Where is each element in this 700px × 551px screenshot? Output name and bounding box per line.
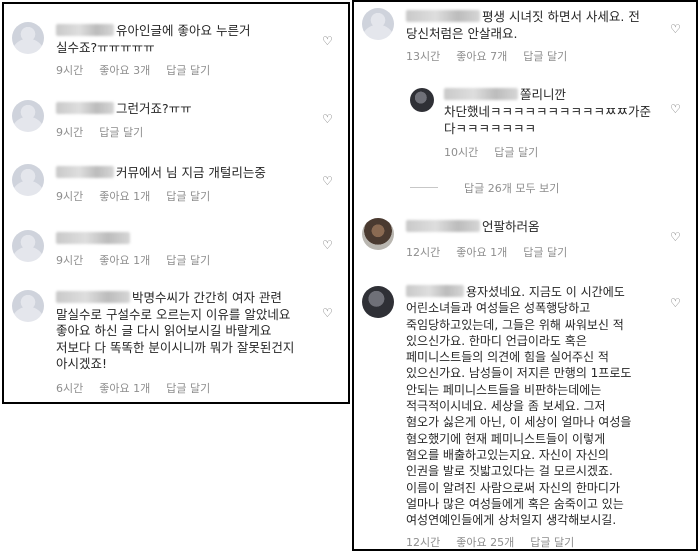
comment-item: 박명수씨가 간간히 여자 관련 말실수로 구설수로 오르는지 이유를 알았네요 좋아… — [4, 282, 348, 402]
username-blurred[interactable] — [406, 285, 464, 297]
heart-outline-icon[interactable]: ♡ — [322, 306, 333, 320]
username-blurred[interactable] — [406, 10, 480, 22]
reply-button[interactable]: 답글 달기 — [166, 64, 210, 77]
likes-count[interactable]: 좋아요 1개 — [99, 254, 150, 267]
heart-outline-icon[interactable]: ♡ — [322, 112, 333, 126]
comment-time: 12시간 — [406, 536, 441, 549]
reply-button[interactable]: 답글 달기 — [523, 50, 567, 63]
comment-text — [56, 230, 132, 247]
avatar[interactable] — [362, 8, 394, 40]
comment-text: 용자셨네요. 지금도 이 시간에도 어린소녀들과 여성들은 성폭행당하고 죽임당하고… — [406, 285, 632, 528]
comment-text: 박명수씨가 간간히 여자 관련 말실수로 구설수로 오르는지 이유를 알았네요 좋아… — [56, 290, 295, 371]
comment-time: 12시간 — [406, 246, 441, 259]
left-comment-panel: 유아인글에 좋아요 누른거 실수죠?ㅠㅠㅠㅠㅠ 9시간 좋아요 3개 답글 달기 ♡ … — [2, 2, 350, 404]
avatar[interactable] — [12, 230, 44, 262]
heart-outline-icon[interactable]: ♡ — [322, 174, 333, 188]
view-all-replies-button[interactable]: 답글 26개 모두 보기 — [464, 180, 559, 196]
username-blurred[interactable] — [56, 102, 114, 114]
reply-button[interactable]: 답글 달기 — [99, 126, 143, 139]
comment-time: 9시간 — [56, 190, 84, 203]
reply-button[interactable]: 답글 달기 — [530, 536, 574, 549]
comment-text: 유아인글에 좋아요 누른거 실수죠?ㅠㅠㅠㅠㅠ — [56, 23, 251, 55]
username-blurred[interactable] — [406, 220, 480, 232]
reply-button[interactable]: 답글 달기 — [523, 246, 567, 259]
reply-button[interactable]: 답글 달기 — [166, 190, 210, 203]
screenshot-collage: 유아인글에 좋아요 누른거 실수죠?ㅠㅠㅠㅠㅠ 9시간 좋아요 3개 답글 달기 ♡ … — [0, 0, 700, 551]
reply-button[interactable]: 답글 달기 — [166, 254, 210, 267]
comment-meta: 13시간 좋아요 7개 답글 달기 — [406, 48, 583, 64]
likes-count[interactable]: 좋아요 1개 — [456, 246, 507, 259]
comment-time: 13시간 — [406, 50, 441, 63]
avatar[interactable] — [12, 100, 44, 132]
comment-item: 언팔하러옴 12시간 좋아요 1개 답글 달기 ♡ — [354, 212, 696, 276]
comment-text: 평생 시녀짓 하면서 사세요. 전 당신처럼은 안살래요. — [406, 9, 640, 41]
heart-outline-icon[interactable]: ♡ — [322, 34, 333, 48]
comment-time: 9시간 — [56, 126, 84, 139]
reply-button[interactable]: 답글 달기 — [494, 146, 538, 159]
comment-meta: 12시간 좋아요 1개 답글 달기 — [406, 244, 583, 260]
comment-meta: 12시간 좋아요 25개 답글 달기 — [406, 534, 590, 549]
right-comment-panel: 평생 시녀짓 하면서 사세요. 전 당신처럼은 안살래요. 13시간 좋아요 7개 답… — [352, 0, 698, 551]
reply-text: 쫄리니깐 차단했네ㅋㅋㅋㅋㅋㅋㅋㅋㅋㅋㅉㅉ가준 다ㅋㅋㅋㅋㅋㅋㅋ — [444, 87, 652, 136]
comment-item: 커뮤에서 님 지금 개털리는중 9시간 좋아요 1개 답글 달기 ♡ — [4, 152, 348, 220]
comment-text: 그런거죠?ㅠㅠ — [56, 100, 192, 117]
heart-outline-icon[interactable]: ♡ — [322, 238, 333, 252]
heart-outline-icon[interactable]: ♡ — [670, 296, 681, 310]
avatar[interactable] — [12, 164, 44, 196]
comment-text: 언팔하러옴 — [406, 218, 540, 235]
comment-meta: 9시간 답글 달기 — [56, 124, 159, 140]
username-blurred[interactable] — [56, 24, 114, 36]
comment-meta: 9시간 좋아요 1개 답글 달기 — [56, 188, 226, 204]
replies-divider — [410, 187, 438, 188]
view-replies-row[interactable]: 답글 26개 모두 보기 — [354, 172, 696, 202]
comment-time: 9시간 — [56, 64, 84, 77]
avatar[interactable] — [12, 22, 44, 54]
comment-item: 그런거죠?ㅠㅠ 9시간 답글 달기 ♡ — [4, 84, 348, 152]
likes-count[interactable]: 좋아요 1개 — [99, 382, 150, 395]
comment-item: 유아인글에 좋아요 누른거 실수죠?ㅠㅠㅠㅠㅠ 9시간 좋아요 3개 답글 달기 ♡ — [4, 4, 348, 84]
username-blurred[interactable] — [56, 291, 130, 303]
username-blurred[interactable] — [56, 166, 114, 178]
reply-item: 쫄리니깐 차단했네ㅋㅋㅋㅋㅋㅋㅋㅋㅋㅋㅉㅉ가준 다ㅋㅋㅋㅋㅋㅋㅋ 10시간 답글 달기… — [354, 78, 696, 162]
reply-button[interactable]: 답글 달기 — [166, 382, 210, 395]
avatar[interactable] — [362, 218, 394, 250]
comment-meta: 10시간 답글 달기 — [444, 144, 554, 160]
likes-count[interactable]: 좋아요 25개 — [456, 536, 514, 549]
avatar[interactable] — [12, 290, 44, 322]
comment-item: 평생 시녀짓 하면서 사세요. 전 당신처럼은 안살래요. 13시간 좋아요 7개 답… — [354, 2, 696, 72]
heart-outline-icon[interactable]: ♡ — [670, 230, 681, 244]
comment-time: 10시간 — [444, 146, 479, 159]
likes-count[interactable]: 좋아요 7개 — [456, 50, 507, 63]
comment-meta: 6시간 좋아요 1개 답글 달기 — [56, 380, 226, 396]
likes-count[interactable]: 좋아요 3개 — [99, 64, 150, 77]
comment-meta: 9시간 좋아요 1개 답글 달기 — [56, 252, 226, 268]
comment-time: 6시간 — [56, 382, 84, 395]
likes-count[interactable]: 좋아요 1개 — [99, 190, 150, 203]
heart-outline-icon[interactable]: ♡ — [670, 22, 681, 36]
comment-item: 용자셨네요. 지금도 이 시간에도 어린소녀들과 여성들은 성폭행당하고 죽임당하고… — [354, 282, 696, 549]
heart-outline-icon[interactable]: ♡ — [670, 102, 681, 116]
comment-text: 커뮤에서 님 지금 개털리는중 — [56, 164, 266, 181]
username-blurred[interactable] — [444, 88, 518, 100]
username-blurred[interactable] — [56, 232, 130, 244]
comment-time: 9시간 — [56, 254, 84, 267]
avatar[interactable] — [410, 88, 434, 112]
comment-item: 9시간 좋아요 1개 답글 달기 ♡ — [4, 220, 348, 282]
avatar[interactable] — [362, 286, 394, 318]
comment-meta: 9시간 좋아요 3개 답글 달기 — [56, 62, 226, 78]
